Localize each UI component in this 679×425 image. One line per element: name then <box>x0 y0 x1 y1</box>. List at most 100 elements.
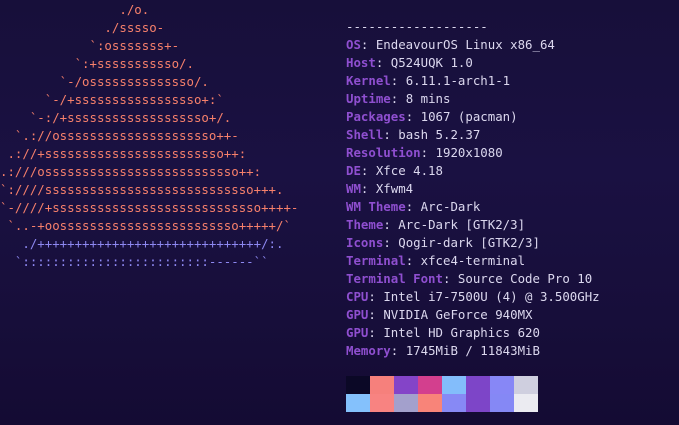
palette-swatch <box>394 376 418 394</box>
key-separator: : <box>383 217 399 232</box>
info-key: Theme <box>346 217 384 232</box>
info-key: WM Theme <box>346 199 406 214</box>
logo-line: `.://osssssssssssssssssssso++- <box>0 128 239 143</box>
palette-swatch <box>442 394 466 412</box>
palette-swatch <box>418 376 442 394</box>
info-value: NVIDIA GeForce 940MX <box>383 307 533 322</box>
info-key: GPU <box>346 325 369 340</box>
info-row-de: DE: Xfce 4.18 <box>346 162 679 180</box>
palette-swatch <box>418 394 442 412</box>
title-separator: ------------------- <box>346 19 488 34</box>
info-row-theme: Theme: Arc-Dark [GTK2/3] <box>346 216 679 234</box>
palette-swatch <box>466 376 490 394</box>
key-separator: : <box>375 55 391 70</box>
info-key: Kernel <box>346 73 391 88</box>
info-value: Xfce 4.18 <box>375 163 443 178</box>
palette-swatch <box>442 376 466 394</box>
palette-swatch <box>514 394 538 412</box>
info-row-wm: WM: Xfwm4 <box>346 180 679 198</box>
info-value: Source Code Pro 10 <box>457 271 593 286</box>
info-row-cpu: CPU: Intel i7-7500U (4) @ 3.500GHz <box>346 288 679 306</box>
user-host-title: isaiahs@isaiahasus <box>346 0 679 18</box>
terminal-window[interactable]: ./o. ./sssso- `:osssssss+- `:+ssssssssss… <box>0 0 679 425</box>
color-palette <box>346 376 538 412</box>
info-value: 8 mins <box>405 91 451 106</box>
logo-line: `:////ssssssssssssssssssssssssssso+++. <box>0 182 284 197</box>
info-row-shell: Shell: bash 5.2.37 <box>346 126 679 144</box>
info-key: Packages <box>346 109 406 124</box>
info-key: GPU <box>346 307 369 322</box>
palette-swatch <box>346 376 370 394</box>
palette-swatch <box>346 394 370 412</box>
logo-line: `..-+oossssssssssssssssssssssso+++++/` <box>0 218 291 233</box>
info-key: Resolution <box>346 145 421 160</box>
palette-swatch <box>490 394 514 412</box>
info-value: Intel i7-7500U (4) @ 3.500GHz <box>383 289 600 304</box>
info-row-wm-theme: WM Theme: Arc-Dark <box>346 198 679 216</box>
info-row-gpu: GPU: NVIDIA GeForce 940MX <box>346 306 679 324</box>
info-value: Arc-Dark [GTK2/3] <box>398 217 526 232</box>
key-separator: : <box>420 145 436 160</box>
info-value: Intel HD Graphics 620 <box>383 325 540 340</box>
palette-swatch <box>490 376 514 394</box>
key-separator: : <box>368 307 384 322</box>
info-key: Terminal <box>346 253 406 268</box>
logo-line: `:::::::::::::::::::::::::------`` <box>0 254 269 269</box>
info-row-packages: Packages: 1067 (pacman) <box>346 108 679 126</box>
logo-line: `-/ossssssssssssso/. <box>0 74 209 89</box>
key-separator: : <box>360 163 376 178</box>
logo-line: .:///ossssssssssssssssssssssssso++: <box>0 164 262 179</box>
key-separator: : <box>360 181 376 196</box>
logo-line: ./o. <box>0 2 150 17</box>
info-key: Terminal Font <box>346 271 443 286</box>
palette-swatch <box>394 394 418 412</box>
logo-line: `:osssssss+- <box>0 38 180 53</box>
info-row-kernel: Kernel: 6.11.1-arch1-1 <box>346 72 679 90</box>
info-row-uptime: Uptime: 8 mins <box>346 90 679 108</box>
info-value: 1745MiB / 11843MiB <box>405 343 540 358</box>
info-value: 1067 (pacman) <box>420 109 518 124</box>
palette-swatch <box>466 394 490 412</box>
info-row-resolution: Resolution: 1920x1080 <box>346 144 679 162</box>
info-row-gpu: GPU: Intel HD Graphics 620 <box>346 324 679 342</box>
info-key: Host <box>346 55 376 70</box>
info-row-host: Host: Q524UQK 1.0 <box>346 54 679 72</box>
info-value: xfce4-terminal <box>420 253 526 268</box>
key-separator: : <box>405 109 421 124</box>
key-separator: : <box>383 235 399 250</box>
info-key: CPU <box>346 289 369 304</box>
info-value: EndeavourOS Linux x86_64 <box>375 37 555 52</box>
info-value: Arc-Dark <box>420 199 481 214</box>
info-key: Shell <box>346 127 384 142</box>
key-separator: : <box>368 289 384 304</box>
key-separator: : <box>405 199 421 214</box>
logo-line: `-////+ssssssssssssssssssssssssssso++++- <box>0 200 299 215</box>
key-separator: : <box>390 343 406 358</box>
info-key: Uptime <box>346 91 391 106</box>
palette-swatch <box>370 394 394 412</box>
info-value: bash 5.2.37 <box>398 127 481 142</box>
logo-line: `:+sssssssssso/. <box>0 56 194 71</box>
endeavouros-ascii-logo: ./o. ./sssso- `:osssssss+- `:+ssssssssss… <box>0 1 298 271</box>
info-value: 6.11.1-arch1-1 <box>405 73 511 88</box>
info-key: Memory <box>346 343 391 358</box>
palette-swatch <box>514 376 538 394</box>
info-value: Qogir-dark [GTK2/3] <box>398 235 540 250</box>
info-value: Xfwm4 <box>375 181 414 196</box>
key-separator: : <box>360 37 376 52</box>
logo-line: `-/+sssssssssssssssso+:` <box>0 92 224 107</box>
info-key: OS <box>346 37 361 52</box>
key-separator: : <box>442 271 458 286</box>
info-row-terminal-font: Terminal Font: Source Code Pro 10 <box>346 270 679 288</box>
key-separator: : <box>390 73 406 88</box>
info-row-icons: Icons: Qogir-dark [GTK2/3] <box>346 234 679 252</box>
info-row-terminal: Terminal: xfce4-terminal <box>346 252 679 270</box>
logo-line: ./sssso- <box>0 20 165 35</box>
logo-line: `-:/+sssssssssssssssssso+/. <box>0 110 232 125</box>
logo-line: ./++++++++++++++++++++++++++++++/:. <box>0 236 284 251</box>
key-separator: : <box>383 127 399 142</box>
palette-swatch <box>370 376 394 394</box>
info-key: DE <box>346 163 361 178</box>
info-value: Q524UQK 1.0 <box>390 55 473 70</box>
info-value: 1920x1080 <box>435 145 503 160</box>
